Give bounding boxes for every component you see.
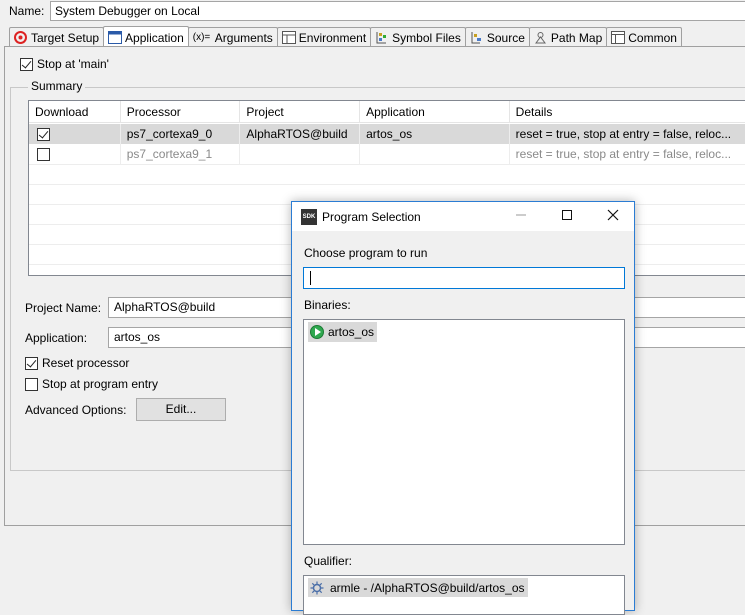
column-header[interactable]: Application bbox=[360, 101, 510, 123]
stop-at-main-option[interactable]: Stop at 'main' bbox=[20, 57, 109, 71]
gear-icon bbox=[310, 581, 324, 595]
table-header: Download Processor Project Application D… bbox=[29, 101, 745, 123]
project-cell bbox=[240, 144, 361, 164]
text-caret bbox=[310, 271, 311, 285]
project-name-label: Project Name: bbox=[25, 301, 102, 315]
dialog-title-bar: SDK Program Selection bbox=[292, 202, 634, 231]
stop-at-entry-checkbox[interactable] bbox=[25, 377, 38, 391]
tab-path-map[interactable]: Path Map bbox=[528, 27, 608, 47]
tab-application[interactable]: Application bbox=[103, 26, 189, 48]
qualifier-value: armle - /AlphaRTOS@build/artos_os bbox=[330, 580, 525, 595]
arguments-icon: (x)= bbox=[192, 32, 211, 43]
reset-processor-option[interactable]: Reset processor bbox=[25, 356, 129, 370]
name-label: Name: bbox=[9, 4, 45, 18]
close-button[interactable] bbox=[590, 202, 636, 231]
run-icon bbox=[310, 325, 324, 339]
grid-line bbox=[29, 184, 745, 185]
tab-label: Arguments bbox=[214, 30, 273, 45]
common-icon bbox=[611, 31, 626, 44]
tab-label: Common bbox=[628, 30, 677, 45]
tab-label: Application bbox=[125, 30, 184, 45]
choose-program-label: Choose program to run bbox=[304, 246, 428, 260]
tab-arguments[interactable]: (x)= Arguments bbox=[187, 27, 278, 47]
tab-symbol-files[interactable]: Symbol Files bbox=[370, 27, 466, 47]
column-header[interactable]: Processor bbox=[121, 101, 241, 123]
tab-label: Source bbox=[486, 30, 525, 45]
program-selection-dialog: SDK Program Selection Choose program to … bbox=[291, 201, 635, 615]
processor-cell: ps7_cortexa9_1 bbox=[121, 144, 241, 164]
minimize-icon bbox=[516, 214, 526, 216]
download-cell[interactable] bbox=[29, 124, 121, 144]
column-header[interactable]: Project bbox=[240, 101, 361, 123]
target-icon bbox=[14, 31, 27, 44]
sdk-icon: SDK bbox=[301, 209, 317, 225]
download-checkbox[interactable] bbox=[37, 127, 50, 141]
qualifier-list: armle - /AlphaRTOS@build/artos_os bbox=[303, 575, 625, 615]
download-cell[interactable] bbox=[29, 144, 121, 164]
maximize-icon bbox=[562, 210, 572, 220]
configuration-name-input[interactable]: System Debugger on Local bbox=[50, 1, 745, 21]
reset-processor-label: Reset processor bbox=[42, 356, 130, 370]
application-icon bbox=[108, 31, 123, 44]
reset-processor-checkbox[interactable] bbox=[25, 356, 38, 370]
symbol-files-icon bbox=[375, 31, 388, 44]
tab-label: Path Map bbox=[550, 30, 603, 45]
source-icon bbox=[470, 31, 483, 44]
grid-line bbox=[29, 164, 745, 165]
minimize-button[interactable] bbox=[498, 202, 544, 231]
download-checkbox[interactable] bbox=[37, 147, 50, 161]
tab-source[interactable]: Source bbox=[464, 27, 530, 47]
stop-at-main-checkbox[interactable] bbox=[20, 57, 33, 71]
tab-target-setup[interactable]: Target Setup bbox=[9, 27, 105, 47]
details-cell: reset = true, stop at entry = false, rel… bbox=[510, 144, 745, 164]
tab-bar: Target Setup Application (x)= Arguments … bbox=[9, 26, 682, 48]
summary-title: Summary bbox=[28, 79, 86, 93]
dialog-title: Program Selection bbox=[322, 210, 421, 224]
list-item[interactable]: artos_os bbox=[308, 322, 378, 342]
stop-at-entry-option[interactable]: Stop at program entry bbox=[25, 377, 158, 391]
binaries-list: artos_os bbox=[303, 319, 625, 545]
table-row[interactable]: ps7_cortexa9_0 AlphaRTOS@build artos_os … bbox=[29, 124, 745, 144]
close-icon bbox=[607, 209, 619, 221]
maximize-button[interactable] bbox=[544, 202, 590, 231]
tab-common[interactable]: Common bbox=[606, 27, 682, 47]
stop-at-entry-label: Stop at program entry bbox=[42, 377, 159, 391]
column-header[interactable]: Details bbox=[510, 101, 745, 123]
binaries-label: Binaries: bbox=[304, 298, 351, 312]
tab-label: Target Setup bbox=[31, 30, 100, 45]
qualifier-label: Qualifier: bbox=[304, 554, 353, 568]
column-header[interactable]: Download bbox=[29, 101, 121, 123]
stop-at-main-label: Stop at 'main' bbox=[37, 57, 109, 71]
application-label: Application: bbox=[25, 331, 88, 345]
tab-label: Symbol Files bbox=[392, 30, 461, 45]
table-row[interactable]: ps7_cortexa9_1 reset = true, stop at ent… bbox=[29, 144, 745, 164]
advanced-options-label: Advanced Options: bbox=[25, 403, 127, 417]
binary-name: artos_os bbox=[328, 325, 375, 339]
processor-cell: ps7_cortexa9_0 bbox=[121, 124, 241, 144]
application-cell bbox=[360, 144, 510, 164]
environment-icon bbox=[281, 31, 296, 44]
edit-advanced-button[interactable]: Edit... bbox=[136, 398, 226, 421]
list-item[interactable]: armle - /AlphaRTOS@build/artos_os bbox=[308, 578, 528, 597]
application-cell: artos_os bbox=[360, 124, 510, 144]
program-search-input[interactable] bbox=[303, 267, 625, 289]
tab-label: Environment bbox=[298, 30, 367, 45]
project-cell: AlphaRTOS@build bbox=[240, 124, 361, 144]
tab-environment[interactable]: Environment bbox=[276, 27, 372, 47]
path-map-icon bbox=[534, 31, 547, 44]
details-cell: reset = true, stop at entry = false, rel… bbox=[510, 124, 745, 144]
